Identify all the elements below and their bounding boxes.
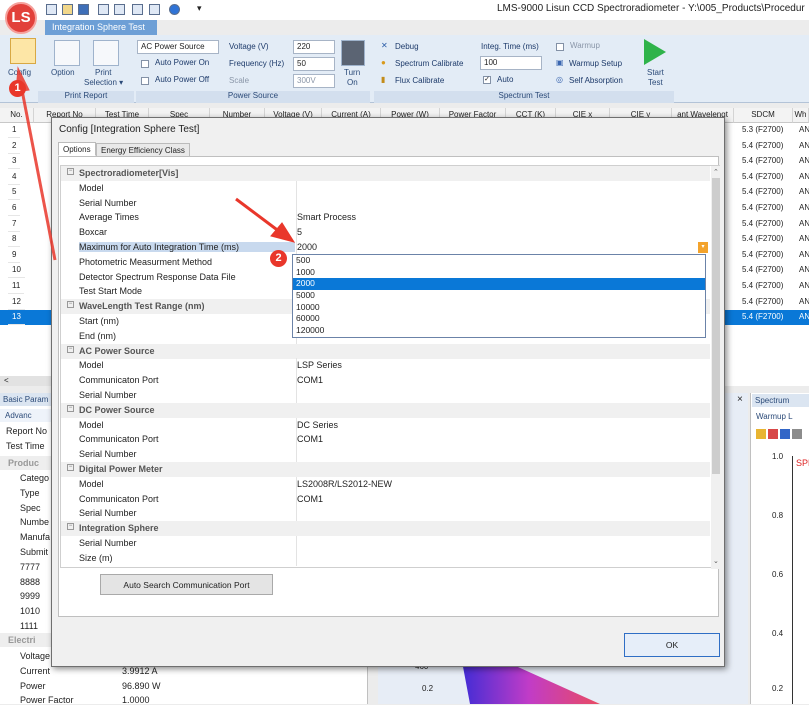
annotation-badge-2: 2 (270, 250, 287, 267)
annotation-badge-1: 1 (9, 80, 26, 97)
annotation-arrows (15, 66, 296, 261)
